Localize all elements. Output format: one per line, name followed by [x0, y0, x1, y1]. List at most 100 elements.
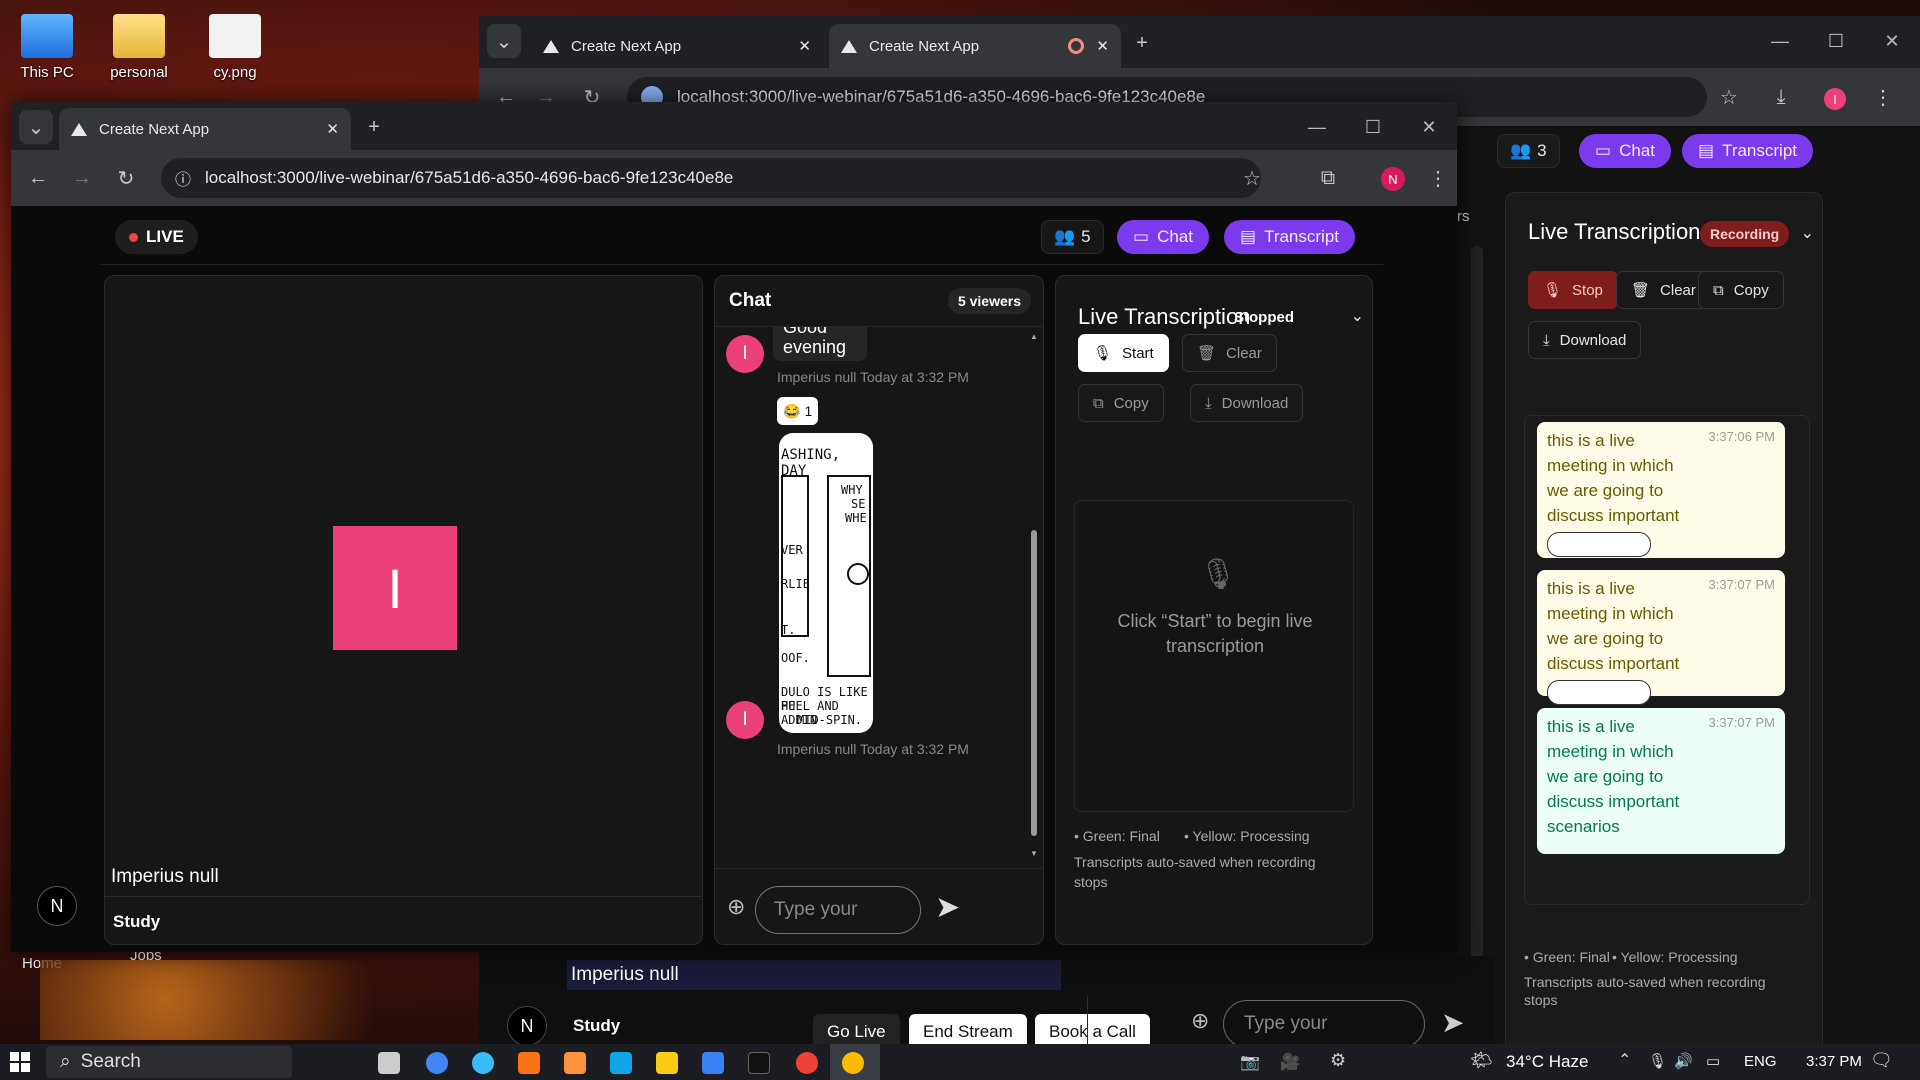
send-icon[interactable]: ➤ — [1441, 1006, 1464, 1039]
scrollbar-thumb[interactable] — [1031, 530, 1037, 836]
download-button[interactable]: ⤓ Download — [1528, 321, 1642, 359]
vscode-icon[interactable] — [702, 1052, 724, 1074]
front-address-bar: ← → ↻ ⓘ localhost:3000/live-webinar/675a… — [11, 150, 1457, 206]
menu-dots-icon[interactable]: ⋮ — [1866, 80, 1900, 114]
close-tab-icon[interactable]: ✕ — [326, 120, 339, 138]
new-tab-button[interactable]: + — [1125, 26, 1159, 60]
app-icon[interactable] — [518, 1052, 540, 1074]
transcription-title: Live Transcription — [1528, 219, 1701, 244]
menu-dots-icon[interactable]: ⋮ — [1421, 161, 1455, 195]
new-tab-button[interactable]: + — [357, 110, 391, 144]
document-icon: ▤ — [1698, 141, 1715, 160]
chat-scrollbar[interactable]: ▲ ▼ — [1029, 332, 1039, 858]
bookmark-star-icon[interactable]: ☆ — [1712, 80, 1746, 114]
legend-final: • Green: Final — [1074, 828, 1160, 844]
entry-text: this is a live meeting in which we are g… — [1547, 717, 1680, 836]
recording-indicator-icon — [1068, 38, 1085, 54]
task-view-icon[interactable] — [378, 1052, 400, 1074]
clear-label: Clear — [1660, 281, 1696, 299]
stop-button[interactable]: 🎙 Stop — [1528, 271, 1618, 309]
language-indicator[interactable]: ENG — [1744, 1053, 1777, 1070]
chevron-down-icon: ⌄ — [27, 116, 45, 139]
chat-toggle-button[interactable]: ▭ Chat — [1117, 220, 1209, 254]
chevron-up-icon[interactable]: ⌃ — [1618, 1050, 1631, 1070]
store-icon[interactable] — [610, 1052, 632, 1074]
edge-icon[interactable] — [472, 1052, 494, 1074]
send-icon[interactable]: ➤ — [935, 890, 960, 925]
close-window-button[interactable]: ✕ — [1864, 16, 1920, 66]
speaker-icon[interactable]: 🔊 — [1674, 1052, 1693, 1070]
tray-apps-icon[interactable]: 📷 — [1240, 1052, 1260, 1072]
brave-icon[interactable] — [564, 1052, 586, 1074]
bookmark-star-icon[interactable]: ☆ — [1235, 161, 1269, 195]
clear-button[interactable]: 🗑 Clear — [1616, 271, 1711, 309]
battery-icon[interactable]: ▭ — [1706, 1052, 1720, 1070]
close-tab-icon[interactable]: ✕ — [1096, 37, 1109, 55]
page-scrollbar[interactable] — [1479, 292, 1491, 912]
tab-title: Create Next App — [571, 37, 682, 55]
back-chat-input[interactable]: Type your — [1223, 1000, 1425, 1048]
desktop-icon-personal[interactable]: personal — [96, 14, 182, 81]
reaction-chip[interactable]: 😂 1 — [777, 397, 819, 425]
taskbar-search[interactable]: ⌕ Search — [46, 1046, 292, 1078]
file-explorer-icon[interactable] — [656, 1052, 678, 1074]
profile-avatar[interactable]: N — [1381, 167, 1405, 191]
back-tab-2-active[interactable]: Create Next App ✕ — [829, 24, 1121, 68]
scroll-up-arrow-icon[interactable]: ▲ — [1030, 332, 1038, 341]
notification-icon[interactable]: 🗨 — [1870, 1050, 1893, 1071]
close-tab-icon[interactable]: ✕ — [798, 37, 811, 55]
nextjs-favicon-icon — [71, 122, 87, 136]
reload-icon[interactable]: ↻ — [109, 161, 143, 195]
transcript-toggle-button[interactable]: ▤ Transcript — [1682, 134, 1814, 168]
start-button[interactable]: 🎙 Start — [1078, 334, 1169, 372]
collapse-chevron-icon[interactable]: ⌄ — [1351, 306, 1364, 326]
download-button[interactable]: ⤓ Download — [1190, 384, 1304, 422]
autosave-note: Transcripts auto-saved when recording st… — [1074, 854, 1316, 890]
back-bottom-bar: Imperius null N Study Go Live End Stream… — [479, 956, 1494, 1052]
extensions-icon[interactable]: ⧉ — [1311, 161, 1345, 195]
video-divider — [105, 896, 702, 897]
image-file-icon — [209, 14, 261, 58]
front-url-field[interactable]: ⓘ localhost:3000/live-webinar/675a51d6-a… — [161, 158, 1261, 198]
profile-avatar[interactable]: I — [1824, 88, 1846, 110]
copy-button[interactable]: ⧉ Copy — [1078, 384, 1164, 422]
desktop-icon-this-pc[interactable]: This PC — [4, 14, 90, 81]
clock[interactable]: 3:37 PM — [1806, 1053, 1862, 1070]
chrome-icon[interactable] — [426, 1052, 448, 1074]
maximize-button[interactable]: ☐ — [1345, 102, 1401, 152]
weather-text[interactable]: 34°C Haze — [1506, 1052, 1588, 1072]
windows-start-icon[interactable] — [10, 1052, 30, 1072]
chat-messages[interactable]: I Good evening Imperius null Today at 3:… — [715, 327, 1031, 863]
terminal-icon[interactable] — [748, 1052, 770, 1074]
add-attachment-icon[interactable]: ⊕ — [727, 894, 745, 920]
back-arrow-icon[interactable]: ← — [21, 161, 55, 195]
microphone-icon[interactable]: 🎙 — [1648, 1052, 1667, 1070]
chrome-profile-icon[interactable] — [796, 1052, 818, 1074]
minimize-button[interactable]: ― — [1289, 102, 1345, 152]
copy-button[interactable]: ⧉ Copy — [1698, 271, 1784, 309]
chat-input[interactable]: Type your — [755, 886, 921, 934]
scroll-down-arrow-icon[interactable]: ▼ — [1030, 849, 1038, 858]
forward-arrow-icon[interactable]: → — [65, 161, 99, 195]
chrome-active-icon[interactable] — [842, 1052, 864, 1074]
add-attachment-icon[interactable]: ⊕ — [1191, 1008, 1209, 1034]
transcript-toggle-button[interactable]: ▤ Transcript — [1224, 220, 1356, 254]
tab-search-button[interactable]: ⌄ — [487, 24, 521, 58]
download-label: Download — [1221, 394, 1289, 412]
video-icon[interactable]: 🎥 — [1280, 1052, 1300, 1072]
gear-icon[interactable]: ⚙ — [1330, 1050, 1346, 1071]
front-tab-active[interactable]: Create Next App ✕ — [59, 108, 351, 150]
tab-search-button[interactable]: ⌄ — [19, 110, 53, 144]
back-tab-1[interactable]: Create Next App ✕ — [531, 24, 823, 68]
download-icon[interactable]: ⤓ — [1764, 80, 1798, 114]
desktop-icon-cy-png[interactable]: cy.png — [192, 14, 278, 81]
chat-toggle-button[interactable]: ▭ Chat — [1579, 134, 1671, 168]
minimize-button[interactable]: ― — [1752, 16, 1808, 66]
close-window-button[interactable]: ✕ — [1401, 102, 1457, 152]
maximize-button[interactable]: ☐ — [1808, 16, 1864, 66]
back-tab-bar: ⌄ Create Next App ✕ Create Next App ✕ + … — [479, 16, 1920, 68]
collapse-chevron-icon[interactable]: ⌄ — [1801, 223, 1814, 243]
comic-image[interactable]: ASHING, DAY WHY SE WHE VER RLIE T. OOF. … — [779, 433, 873, 733]
clear-button[interactable]: 🗑 Clear — [1182, 334, 1277, 372]
transcript-list[interactable]: 3:37:06 PM this is a live meeting in whi… — [1524, 415, 1810, 905]
